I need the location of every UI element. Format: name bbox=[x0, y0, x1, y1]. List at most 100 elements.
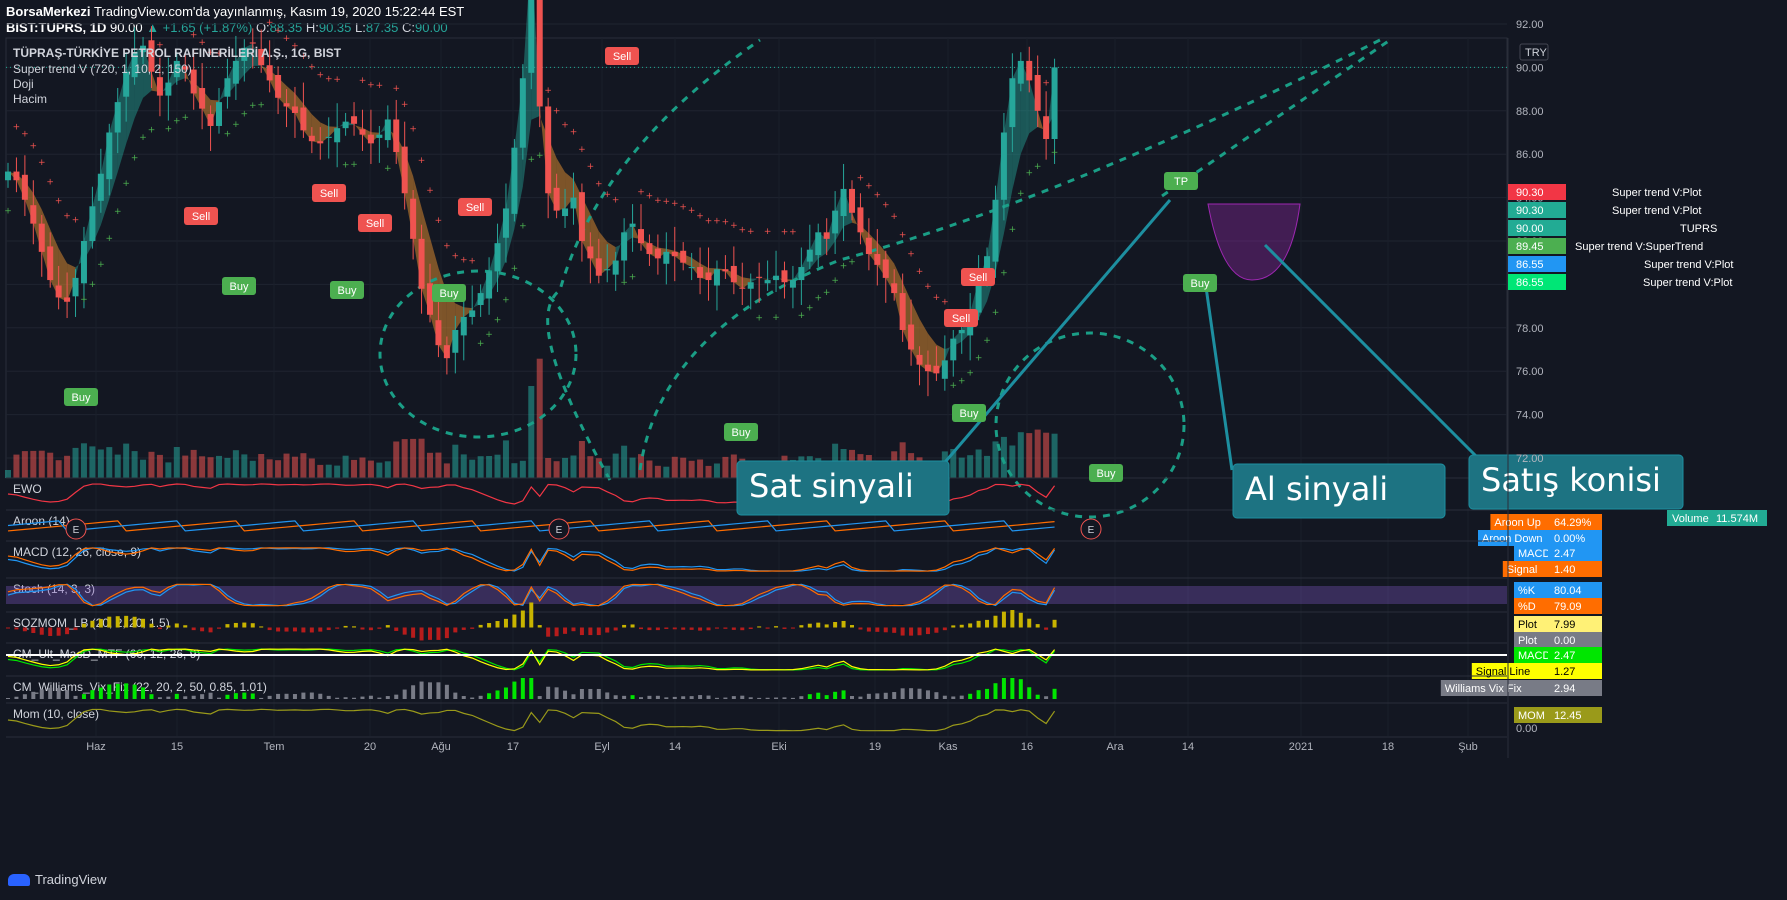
chart-canvas[interactable]: + + + + + + + + + + + + + + + + + + + + + + + + + + + + + + + + + + + + + + + +… bbox=[0, 0, 1787, 900]
indicator-bar bbox=[520, 610, 525, 628]
stop-marker: + bbox=[671, 199, 679, 209]
stop-marker: + bbox=[232, 120, 240, 130]
stop-marker: + bbox=[333, 75, 341, 85]
y-tick-label: 86.00 bbox=[1516, 149, 1544, 161]
indicator-bar bbox=[428, 627, 432, 640]
stop-marker: + bbox=[165, 124, 173, 134]
volume-bar bbox=[241, 454, 248, 478]
candle-body bbox=[730, 265, 737, 283]
volume-bar bbox=[663, 466, 670, 478]
indicator-bar bbox=[622, 624, 627, 628]
trend-band bbox=[750, 277, 760, 283]
candle-body bbox=[5, 171, 11, 181]
indicator-bar bbox=[613, 695, 618, 699]
candle-body bbox=[502, 208, 509, 238]
volume-bar bbox=[123, 443, 130, 478]
candle-body bbox=[21, 174, 28, 200]
indicator-bar bbox=[495, 690, 500, 699]
indicator-bar bbox=[292, 627, 297, 632]
pane-label-name: MACD bbox=[1518, 650, 1550, 662]
pane-y-tick: 0.00 bbox=[1516, 723, 1537, 735]
volume-bar bbox=[106, 447, 113, 478]
stop-marker: + bbox=[950, 381, 958, 391]
candle-body bbox=[747, 282, 754, 289]
candle-body bbox=[418, 238, 425, 289]
indicator-bar bbox=[782, 697, 787, 699]
indicator-bar bbox=[132, 684, 137, 699]
stop-marker: + bbox=[426, 186, 434, 196]
indicator-bar bbox=[1001, 678, 1006, 699]
indicator-bar bbox=[115, 683, 120, 699]
candle-body bbox=[756, 276, 763, 278]
indicator-bar bbox=[394, 694, 399, 699]
y-tick-label: 74.00 bbox=[1516, 410, 1544, 422]
indicator-bar bbox=[284, 627, 289, 632]
candle-body bbox=[536, 0, 543, 107]
indicator-bar bbox=[149, 623, 154, 628]
indicator-bar bbox=[774, 697, 779, 699]
stop-marker: + bbox=[544, 86, 552, 96]
volume-bar bbox=[140, 459, 147, 478]
candle-body bbox=[283, 103, 290, 107]
indicator-bar bbox=[883, 627, 888, 633]
candle-body bbox=[705, 272, 712, 281]
indicator-bar bbox=[343, 625, 348, 628]
volume-bar bbox=[486, 456, 493, 478]
stop-marker: + bbox=[418, 156, 426, 166]
price-label-name: Super trend V:Plot bbox=[1612, 205, 1701, 217]
indicator-bar bbox=[444, 684, 449, 699]
indicator-bar bbox=[731, 696, 736, 699]
indicator-bar bbox=[689, 627, 694, 630]
indicator-bar bbox=[22, 627, 27, 632]
indicator-bar bbox=[402, 627, 407, 635]
candle-body bbox=[545, 106, 552, 194]
candle-body bbox=[384, 119, 391, 141]
stop-marker: + bbox=[308, 62, 316, 72]
stop-marker: + bbox=[696, 212, 704, 222]
indicator-bar bbox=[681, 696, 686, 699]
stop-marker: + bbox=[376, 81, 384, 91]
y-tick-label: 92.00 bbox=[1516, 19, 1544, 31]
signal-tag-label: Sell bbox=[192, 211, 210, 223]
indicator-bar bbox=[107, 684, 112, 699]
stop-marker: + bbox=[4, 207, 12, 217]
volume-bar bbox=[300, 453, 307, 478]
pane-label-value: 0.00% bbox=[1554, 533, 1585, 545]
candle-body bbox=[874, 254, 881, 265]
candle-body bbox=[823, 232, 830, 239]
stop-marker: + bbox=[257, 101, 265, 111]
x-tick-label: 17 bbox=[507, 741, 519, 753]
stop-marker: + bbox=[502, 295, 510, 305]
volume-bar bbox=[680, 457, 687, 478]
stop-marker: + bbox=[80, 295, 88, 305]
stop-marker: + bbox=[629, 273, 637, 283]
indicator-bar bbox=[959, 624, 964, 628]
indicator-bar bbox=[360, 696, 365, 699]
pane-label-value: 1.40 bbox=[1554, 564, 1575, 576]
candle-body bbox=[376, 134, 383, 138]
pane-label-value: 2.47 bbox=[1554, 650, 1575, 662]
pane-label-value: 80.04 bbox=[1554, 585, 1582, 597]
indicator-bar bbox=[208, 627, 213, 633]
indicator-bar bbox=[276, 693, 281, 699]
indicator-bar bbox=[98, 687, 103, 699]
indicator-bar bbox=[942, 695, 947, 699]
indicator-bar bbox=[757, 697, 762, 699]
indicator-bar bbox=[309, 627, 314, 633]
stop-marker: + bbox=[578, 145, 586, 155]
stop-marker: + bbox=[114, 207, 122, 217]
indicator-bar bbox=[90, 620, 95, 628]
stop-marker: + bbox=[249, 101, 257, 111]
candle-body bbox=[1009, 78, 1016, 128]
stop-marker: + bbox=[890, 212, 898, 222]
stop-marker: + bbox=[570, 128, 578, 138]
candle-body bbox=[654, 248, 661, 259]
candle-body bbox=[562, 208, 569, 217]
indicator-bar bbox=[605, 627, 610, 633]
indicator-bar bbox=[419, 627, 424, 641]
indicator-bar bbox=[233, 622, 238, 628]
candle-body bbox=[697, 267, 704, 278]
x-tick-label: Şub bbox=[1458, 741, 1478, 753]
indicator-bar bbox=[563, 627, 568, 634]
indicator-bar bbox=[672, 696, 677, 699]
